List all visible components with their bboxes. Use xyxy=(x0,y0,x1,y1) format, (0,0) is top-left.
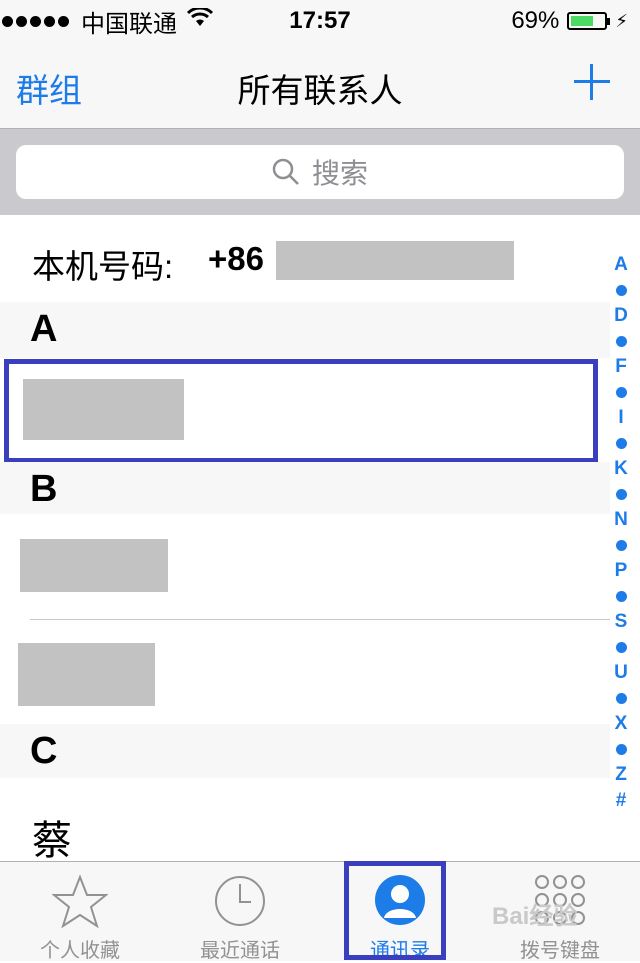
section-header-a: A xyxy=(0,302,610,358)
battery-percent: 69% xyxy=(511,7,560,34)
battery-level xyxy=(571,16,594,26)
index-dot xyxy=(615,438,627,449)
index-letter[interactable]: D xyxy=(614,303,628,329)
index-letter[interactable]: A xyxy=(614,252,628,278)
highlight-box xyxy=(4,359,598,463)
index-dot xyxy=(615,591,627,602)
index-dot xyxy=(615,540,627,551)
alphabet-index[interactable]: A D F I K N P S U X Z # xyxy=(608,252,634,814)
my-number-label: 本机号码: xyxy=(32,248,174,285)
section-letter: A xyxy=(30,308,58,350)
section-letter: B xyxy=(30,468,58,510)
index-dot xyxy=(615,387,627,398)
index-dot xyxy=(615,336,627,347)
index-letter[interactable]: # xyxy=(616,788,627,814)
index-letter[interactable]: I xyxy=(618,405,623,431)
redacted-contact-name xyxy=(20,539,168,592)
my-number-row: 本机号码: +86 xyxy=(0,216,610,303)
redacted-phone-number xyxy=(276,241,514,280)
index-letter[interactable]: X xyxy=(615,711,628,737)
status-bar: 中国联通 17:57 69% ⚡ xyxy=(0,0,640,40)
plus-icon xyxy=(574,64,610,100)
index-dot xyxy=(615,489,627,500)
tab-recents[interactable]: 最近通话 xyxy=(160,862,320,962)
index-letter[interactable]: Z xyxy=(615,762,627,788)
contact-row[interactable] xyxy=(0,778,610,861)
tab-label: 拨号键盘 xyxy=(520,940,600,962)
my-number-prefix: +86 xyxy=(208,240,264,277)
section-header-b: B xyxy=(0,462,610,514)
tab-label: 个人收藏 xyxy=(40,940,120,962)
section-letter: C xyxy=(30,730,58,772)
index-dot xyxy=(615,642,627,653)
index-letter[interactable]: U xyxy=(614,660,628,686)
watermark: Bai经验 xyxy=(492,903,578,930)
section-header-c: C xyxy=(0,724,610,778)
status-right: 69% ⚡ xyxy=(511,6,628,36)
contact-row[interactable] xyxy=(0,514,610,619)
page-title: 所有联系人 xyxy=(237,72,403,109)
tab-favorites[interactable]: 个人收藏 xyxy=(0,862,160,962)
navigation-bar: 群组 所有联系人 xyxy=(0,40,640,129)
tab-label: 最近通话 xyxy=(200,940,280,962)
index-dot xyxy=(615,693,627,704)
clock-icon xyxy=(215,876,265,926)
index-letter[interactable]: K xyxy=(614,456,628,482)
search-placeholder: 搜索 xyxy=(311,158,368,189)
highlight-box xyxy=(344,861,446,960)
charging-icon: ⚡ xyxy=(615,10,628,31)
index-letter[interactable]: S xyxy=(615,609,628,635)
search-bar: 搜索 xyxy=(0,129,640,215)
index-letter[interactable]: P xyxy=(615,558,628,584)
contact-name: 蔡 xyxy=(32,819,72,863)
star-icon xyxy=(52,874,108,929)
contact-row[interactable] xyxy=(0,620,610,724)
index-dot xyxy=(615,285,627,296)
index-letter[interactable]: F xyxy=(615,354,627,380)
add-contact-button[interactable] xyxy=(574,64,610,100)
search-input[interactable]: 搜索 xyxy=(16,145,624,199)
battery-icon xyxy=(567,12,611,30)
search-icon xyxy=(272,158,299,185)
index-letter[interactable]: N xyxy=(614,507,628,533)
index-dot xyxy=(615,744,627,755)
redacted-contact-name xyxy=(18,643,155,706)
